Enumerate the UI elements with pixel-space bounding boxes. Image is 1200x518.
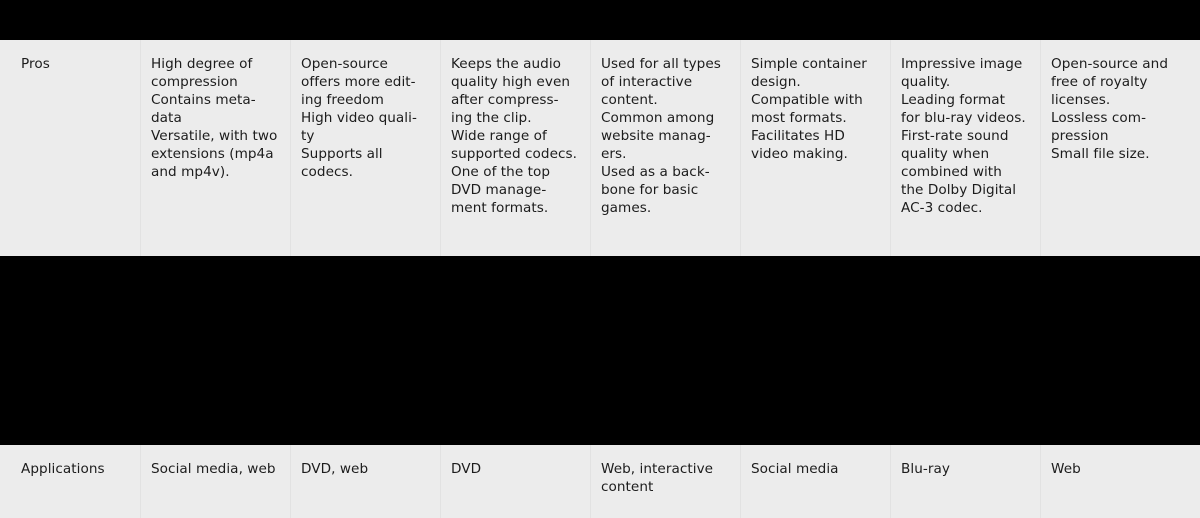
cell-applications-col5: Social media [751, 461, 839, 477]
cell-applications-col4: Web, interactive content [601, 461, 718, 495]
cell-pros-col5: Simple container design. Compatible with… [751, 56, 867, 162]
cell-applications-col2: DVD, web [301, 461, 369, 477]
cell-pros-col2: Open-source offers more edit- ing freedo… [301, 56, 417, 180]
cell-pros-col3: Keeps the audio quality high even after … [451, 56, 578, 216]
occluder-band-top [0, 0, 1200, 40]
table-row-applications: Applications Social media, web DVD, web … [0, 445, 1200, 518]
pros-row-cells: Pros High degree of compression Contains… [0, 40, 1200, 256]
table-row-pros: Pros High degree of compression Contains… [0, 40, 1200, 256]
cell-pros-col1: High degree of compression Contains meta… [151, 56, 278, 180]
row-header-applications: Applications [21, 461, 105, 477]
cell-applications-col3: DVD [451, 461, 482, 477]
applications-row-cells: Applications Social media, web DVD, web … [0, 445, 1200, 518]
table-screenshot: Pros High degree of compression Contains… [0, 0, 1200, 518]
cell-applications-col1: Social media, web [151, 461, 276, 477]
cell-applications-col6: Blu-ray [901, 461, 950, 477]
cell-applications-col7: Web [1051, 461, 1081, 477]
cell-pros-col6: Impressive image quality. Leading format… [901, 56, 1026, 216]
cell-pros-col4: Used for all types of interactive conten… [601, 56, 721, 216]
row-header-pros: Pros [21, 56, 50, 72]
occluder-band-middle [0, 256, 1200, 445]
cell-pros-col7: Open-source and free of royalty licenses… [1051, 56, 1169, 162]
